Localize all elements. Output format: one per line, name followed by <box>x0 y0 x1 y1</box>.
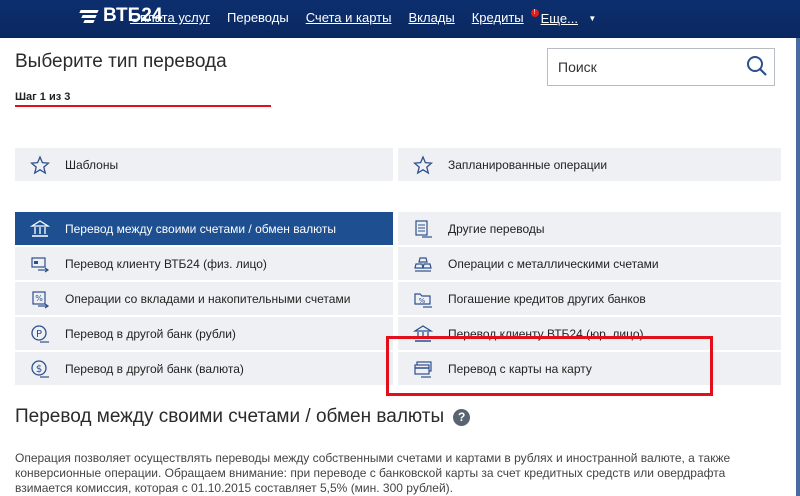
chevron-down-icon: ▼ <box>588 14 597 24</box>
dollar-coin-icon: $ <box>31 359 49 378</box>
page-title: Выберите тип перевода <box>15 51 227 72</box>
document-icon <box>415 219 432 238</box>
notification-badge: ! <box>530 9 539 17</box>
svg-text:P: P <box>36 329 42 340</box>
tile-label: Запланированные операции <box>448 157 608 172</box>
vtb-logo-icon <box>79 9 100 23</box>
folder-transfer-icon: % <box>414 292 432 308</box>
highlight-annotation-box <box>386 336 713 396</box>
section-title-text: Перевод между своими счетами / обмен вал… <box>15 406 445 427</box>
tile-label: Операции с металлическими счетами <box>448 256 659 271</box>
deposit-icon: % <box>32 290 50 308</box>
svg-text:%: % <box>419 297 426 305</box>
nav-item-deposits[interactable]: Вклады <box>408 10 454 28</box>
nav-item-payments[interactable]: Оплата услуг <box>130 10 210 28</box>
step-indicator: Шаг 1 из 3 <box>15 91 71 103</box>
tile-label: Перевод между своими счетами / обмен вал… <box>65 221 337 236</box>
card-transfer-icon <box>31 256 50 272</box>
nav-item-accounts-cards[interactable]: Счета и карты <box>306 10 392 28</box>
svg-text:%: % <box>35 294 43 303</box>
other-bank-loans-tile[interactable]: % Погашение кредитов других банков <box>398 282 781 315</box>
star-icon <box>413 154 433 174</box>
search-box[interactable]: Поиск <box>547 48 775 86</box>
top-navigation-bar: ВТБ24 Оплата услуг Переводы Счета и карт… <box>0 0 800 38</box>
star-icon <box>30 154 50 174</box>
nav-item-transfers[interactable]: Переводы <box>227 10 289 28</box>
own-accounts-transfer-tile[interactable]: Перевод между своими счетами / обмен вал… <box>15 212 393 245</box>
search-icon[interactable] <box>746 55 768 77</box>
gold-bars-icon <box>414 256 432 272</box>
other-bank-rubles-tile[interactable]: P Перевод в другой банк (рубли) <box>15 317 393 350</box>
help-icon[interactable]: ? <box>453 408 471 426</box>
ruble-coin-icon: P <box>31 324 49 343</box>
other-transfers-tile[interactable]: Другие переводы <box>398 212 781 245</box>
tile-label: Перевод клиенту ВТБ24 (физ. лицо) <box>65 256 267 271</box>
section-description: Операция позволяет осуществлять переводы… <box>15 451 731 495</box>
nav-item-credits[interactable]: Кредиты <box>472 10 524 28</box>
nav-item-more[interactable]: ! Еще... ▼ <box>530 9 597 28</box>
vtb24-client-transfer-tile[interactable]: Перевод клиенту ВТБ24 (физ. лицо) <box>15 247 393 280</box>
other-bank-currency-tile[interactable]: $ Перевод в другой банк (валюта) <box>15 352 393 385</box>
page-edge <box>796 38 800 496</box>
search-input[interactable]: Поиск <box>558 59 597 75</box>
deposits-operations-tile[interactable]: % Операции со вкладами и накопительными … <box>15 282 393 315</box>
main-nav: Оплата услуг Переводы Счета и карты Вкла… <box>130 9 597 28</box>
metal-accounts-tile[interactable]: Операции с металлическими счетами <box>398 247 781 280</box>
section-title: Перевод между своими счетами / обмен вал… <box>15 406 471 428</box>
templates-tile[interactable]: Шаблоны <box>15 148 393 181</box>
tile-label: Другие переводы <box>448 221 545 236</box>
tile-label: Перевод в другой банк (рубли) <box>65 326 236 341</box>
tile-label: Погашение кредитов других банков <box>448 291 646 306</box>
tile-label: Операции со вкладами и накопительными сч… <box>65 291 351 306</box>
bank-building-icon <box>30 219 50 237</box>
scheduled-operations-tile[interactable]: Запланированные операции <box>398 148 781 181</box>
svg-text:$: $ <box>36 364 42 375</box>
tile-label: Перевод в другой банк (валюта) <box>65 361 244 376</box>
step-progress-line <box>15 105 271 107</box>
nav-more-label[interactable]: Еще... <box>541 11 578 26</box>
tile-label: Шаблоны <box>65 157 119 172</box>
content-panel: Выберите тип перевода Поиск Шаг 1 из 3 Ш… <box>0 38 796 496</box>
